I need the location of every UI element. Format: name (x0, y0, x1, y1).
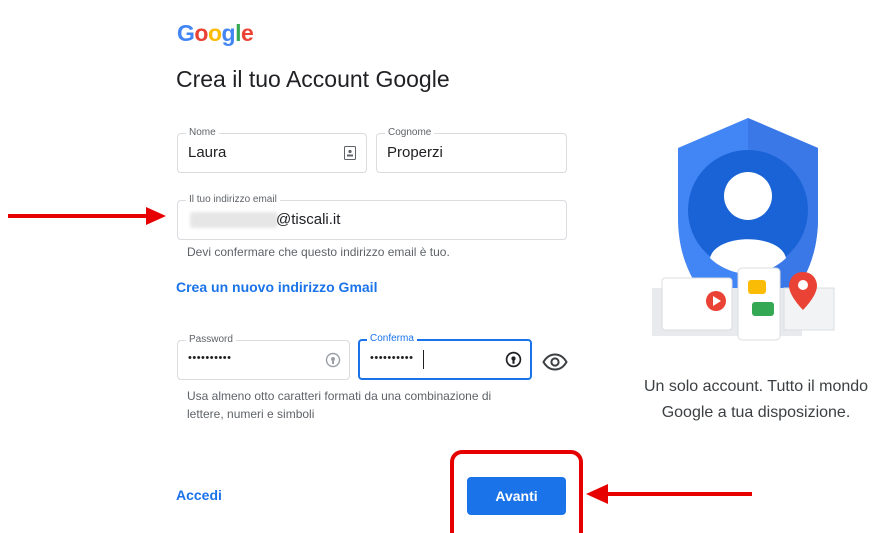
logo-letter: g (221, 20, 236, 46)
fingerprint-key-icon[interactable] (325, 352, 341, 368)
caption-line: Google a tua disposizione. (661, 404, 851, 421)
email-field[interactable]: Il tuo indirizzo email @tiscali.it (177, 193, 567, 240)
last-name-field[interactable]: Cognome Properzi (376, 126, 567, 173)
account-shield-illustration (652, 118, 835, 341)
email-label: Il tuo indirizzo email (186, 193, 280, 207)
email-redacted-blur (190, 212, 278, 228)
logo-letter: e (240, 20, 254, 46)
confirm-password-field[interactable]: Conferma •••••••••• (358, 332, 532, 380)
confirm-password-label: Conferma (367, 332, 417, 346)
google-logo: Google (177, 20, 254, 47)
password-label: Password (186, 333, 236, 347)
password-hint-line: lettere, numeri e simboli (187, 407, 315, 421)
first-name-value: Laura (188, 144, 227, 161)
last-name-label: Cognome (385, 126, 435, 140)
right-arrow-annotation (586, 484, 752, 504)
password-hint: Usa almeno otto caratteri formati da una… (187, 387, 491, 423)
fingerprint-key-icon[interactable] (505, 351, 522, 368)
create-gmail-link[interactable]: Crea un nuovo indirizzo Gmail (176, 279, 377, 295)
logo-letter: G (177, 20, 195, 46)
logo-letter: o (194, 20, 208, 46)
confirm-password-value: •••••••••• (370, 352, 414, 364)
illustration-caption: Un solo account. Tutto il mondo Google a… (620, 374, 892, 426)
text-cursor (423, 350, 424, 369)
contact-card-icon[interactable] (344, 146, 356, 160)
highlight-box (450, 450, 583, 533)
last-name-value: Properzi (387, 144, 443, 161)
page-title: Crea il tuo Account Google (176, 66, 450, 92)
signin-link[interactable]: Accedi (176, 487, 222, 503)
left-arrow-annotation (8, 207, 166, 225)
email-hint: Devi confermare che questo indirizzo ema… (187, 245, 450, 259)
email-value: @tiscali.it (276, 211, 341, 228)
password-value: •••••••••• (188, 352, 232, 364)
eye-icon[interactable] (542, 353, 568, 371)
logo-letter: o (207, 20, 222, 46)
password-hint-line: Usa almeno otto caratteri formati da una… (187, 389, 492, 403)
password-field[interactable]: Password •••••••••• (177, 333, 350, 380)
first-name-field[interactable]: Nome Laura (177, 126, 367, 173)
first-name-label: Nome (186, 126, 219, 140)
caption-line: Un solo account. Tutto il mondo (643, 378, 869, 395)
